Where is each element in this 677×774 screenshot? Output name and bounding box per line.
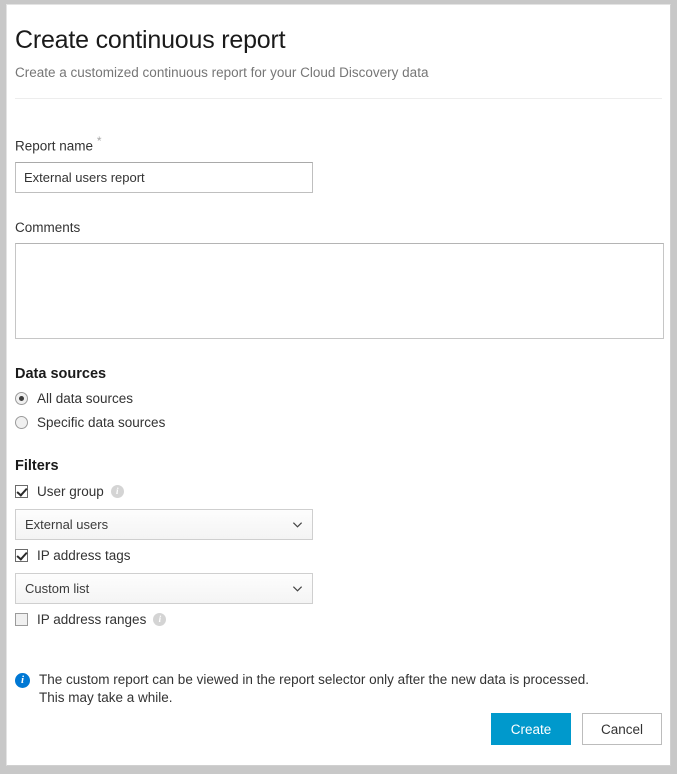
radio-option-specific-data-sources[interactable]: Specific data sources	[15, 414, 662, 432]
report-name-label-text: Report name	[15, 139, 93, 154]
required-marker: *	[97, 134, 102, 148]
checkbox-row-ip-address-tags[interactable]: IP address tags	[15, 547, 662, 565]
checkbox-row-user-group[interactable]: User group i	[15, 483, 662, 501]
info-notice: i The custom report can be viewed in the…	[15, 671, 662, 707]
checkbox-user-group-icon[interactable]	[15, 485, 28, 498]
checkbox-ip-address-ranges-icon[interactable]	[15, 613, 28, 626]
info-icon-ip-address-ranges[interactable]: i	[153, 613, 166, 626]
info-circle-icon: i	[15, 673, 30, 688]
radio-all-data-sources-label: All data sources	[37, 390, 133, 408]
radio-specific-data-sources-icon[interactable]	[15, 416, 28, 429]
header-divider	[15, 98, 662, 99]
cancel-button[interactable]: Cancel	[582, 713, 662, 745]
checkbox-row-ip-address-ranges[interactable]: IP address ranges i	[15, 611, 662, 629]
data-sources-heading: Data sources	[15, 365, 662, 384]
checkbox-ip-address-tags-label: IP address tags	[37, 547, 131, 565]
checkbox-ip-address-tags-icon[interactable]	[15, 549, 28, 562]
radio-all-data-sources-icon[interactable]	[15, 392, 28, 405]
report-name-input[interactable]	[15, 162, 313, 193]
chevron-down-icon	[292, 583, 303, 594]
page-title: Create continuous report	[15, 5, 662, 57]
dropdown-ip-address-tags-value: Custom list	[25, 581, 292, 596]
dropdown-user-group-value: External users	[25, 517, 292, 532]
create-button[interactable]: Create	[491, 713, 571, 745]
dialog-footer: Create Cancel	[491, 713, 662, 745]
dropdown-user-group[interactable]: External users	[15, 509, 313, 540]
dropdown-ip-address-tags[interactable]: Custom list	[15, 573, 313, 604]
create-continuous-report-dialog: Create continuous report Create a custom…	[6, 4, 671, 766]
checkbox-user-group-label: User group	[37, 483, 104, 501]
radio-specific-data-sources-label: Specific data sources	[37, 414, 165, 432]
info-notice-text: The custom report can be viewed in the r…	[39, 671, 599, 707]
comments-textarea[interactable]	[15, 243, 664, 339]
radio-option-all-data-sources[interactable]: All data sources	[15, 390, 662, 408]
chevron-down-icon	[292, 519, 303, 530]
report-name-label: Report name *	[15, 135, 662, 156]
filters-heading: Filters	[15, 457, 662, 476]
page-subtitle: Create a customized continuous report fo…	[15, 57, 662, 82]
checkbox-ip-address-ranges-label: IP address ranges	[37, 611, 146, 629]
screenshot-root: Create continuous report Create a custom…	[0, 0, 677, 774]
comments-label: Comments	[15, 219, 662, 237]
info-icon-user-group[interactable]: i	[111, 485, 124, 498]
